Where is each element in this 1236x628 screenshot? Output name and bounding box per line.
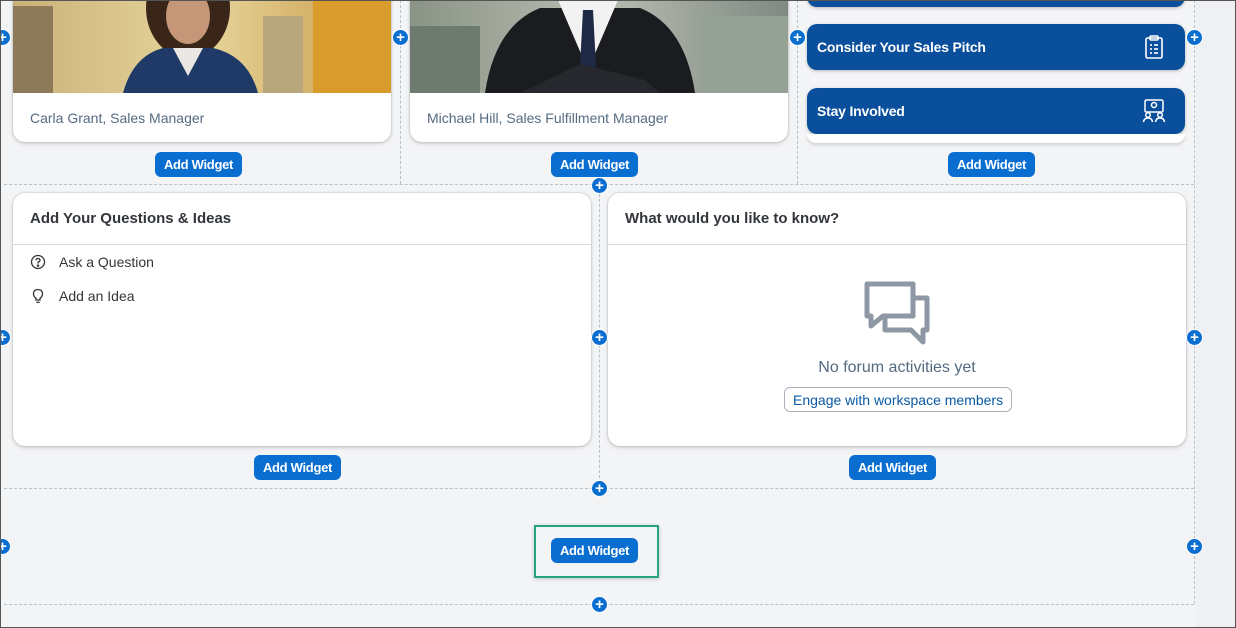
add-section-plus-icon[interactable]: + xyxy=(591,596,608,613)
column-divider xyxy=(400,0,401,184)
add-widget-button[interactable]: Add Widget xyxy=(948,152,1035,177)
profile-photo xyxy=(410,0,788,93)
add-section-plus-icon[interactable]: + xyxy=(789,29,806,46)
add-section-plus-icon[interactable]: + xyxy=(1186,538,1203,555)
add-widget-button[interactable]: Add Widget xyxy=(254,455,341,480)
add-widget-button-highlighted[interactable]: Add Widget xyxy=(551,538,638,563)
add-widget-button[interactable]: Add Widget xyxy=(551,152,638,177)
profile-caption: Michael Hill, Sales Fulfillment Manager xyxy=(427,110,669,126)
tile-top-partial[interactable] xyxy=(807,0,1185,7)
list-item-label: Add an Idea xyxy=(59,288,135,304)
empty-state-text: No forum activities yet xyxy=(818,359,976,376)
lightbulb-icon xyxy=(32,288,44,303)
add-section-plus-icon[interactable]: + xyxy=(591,177,608,194)
column-divider xyxy=(797,0,798,184)
question-circle-icon xyxy=(30,254,46,270)
add-idea-link[interactable]: Add an Idea xyxy=(30,288,135,304)
list-item-label: Ask a Question xyxy=(59,254,154,270)
add-widget-button[interactable]: Add Widget xyxy=(155,152,242,177)
add-section-plus-icon[interactable]: + xyxy=(1186,329,1203,346)
add-section-plus-icon[interactable]: + xyxy=(0,329,11,346)
tile-consider-sales-pitch[interactable]: Consider Your Sales Pitch xyxy=(807,24,1185,70)
column-divider xyxy=(1194,0,1195,604)
tile-stay-involved[interactable]: Stay Involved xyxy=(807,88,1185,134)
ask-question-link[interactable]: Ask a Question xyxy=(30,254,154,270)
card-title: What would you like to know? xyxy=(625,210,840,227)
profile-card-carla: Carla Grant, Sales Manager xyxy=(13,0,391,142)
add-widget-button[interactable]: Add Widget xyxy=(849,455,936,480)
divider xyxy=(13,244,591,245)
add-section-plus-icon[interactable]: + xyxy=(0,538,11,555)
profile-card-michael: Michael Hill, Sales Fulfillment Manager xyxy=(410,0,788,142)
profile-caption: Carla Grant, Sales Manager xyxy=(30,110,205,126)
add-section-plus-icon[interactable]: + xyxy=(0,29,11,46)
add-section-plus-icon[interactable]: + xyxy=(591,329,608,346)
tile-label: Stay Involved xyxy=(817,103,905,119)
tile-label: Consider Your Sales Pitch xyxy=(817,39,986,55)
add-section-plus-icon[interactable]: + xyxy=(1186,29,1203,46)
engage-members-button[interactable]: Engage with workspace members xyxy=(784,387,1013,412)
people-icon xyxy=(1142,99,1166,123)
divider xyxy=(608,244,1186,245)
right-gutter xyxy=(1196,0,1236,628)
add-section-plus-icon[interactable]: + xyxy=(591,480,608,497)
questions-ideas-card: Add Your Questions & Ideas Ask a Questio… xyxy=(13,193,591,446)
clipboard-icon xyxy=(1145,35,1163,59)
forum-card: What would you like to know? No forum ac… xyxy=(608,193,1186,446)
tiles-card-bottom xyxy=(807,134,1185,143)
profile-photo xyxy=(13,0,391,93)
card-title: Add Your Questions & Ideas xyxy=(30,210,232,227)
add-section-plus-icon[interactable]: + xyxy=(392,29,409,46)
chat-bubbles-icon xyxy=(864,281,930,345)
